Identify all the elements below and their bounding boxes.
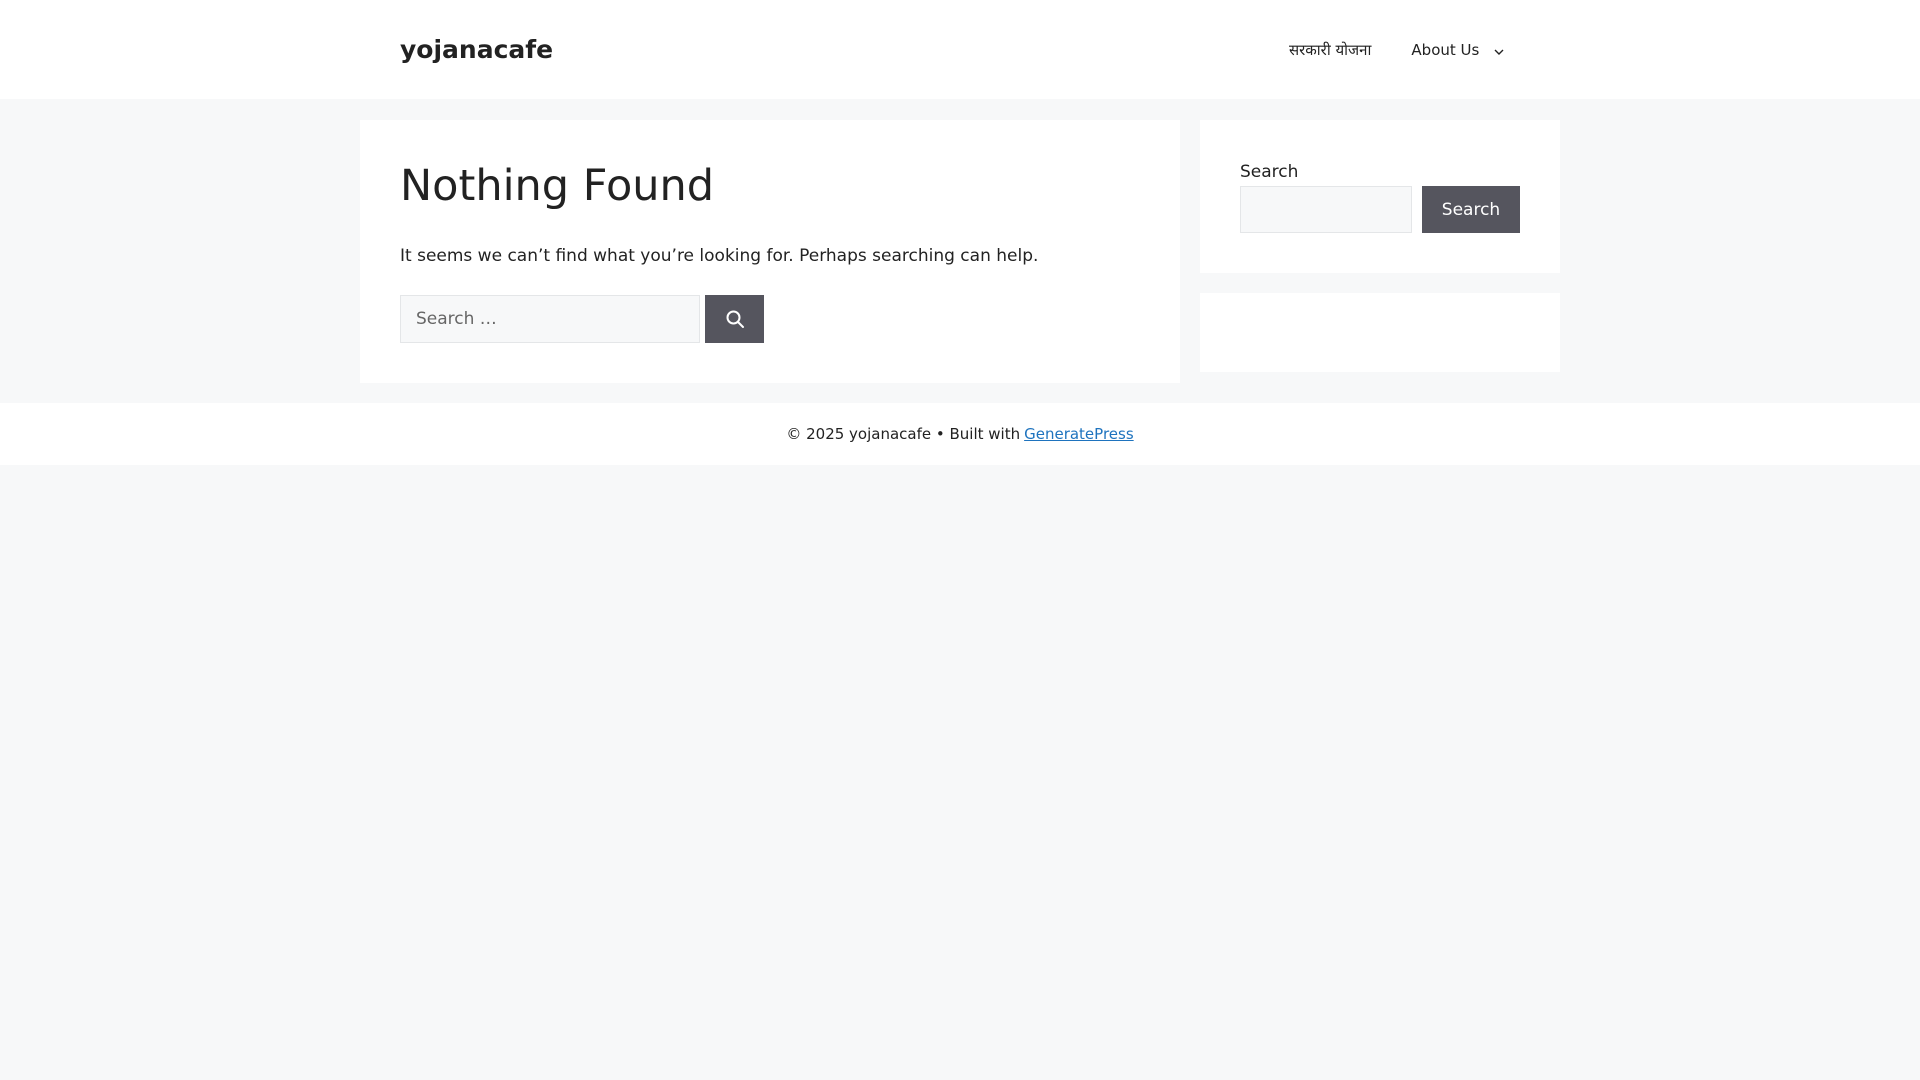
search-widget-label: Search	[1240, 162, 1299, 182]
main-navigation: सरकारी योजना About Us	[1269, 0, 1525, 99]
sidebar-search-widget: Search Search	[1200, 120, 1560, 273]
site-title-link[interactable]: yojanacafe	[400, 33, 553, 67]
search-icon	[726, 310, 744, 328]
search-input[interactable]	[400, 295, 700, 343]
content-search-form	[400, 295, 764, 343]
sidebar-search-button[interactable]: Search	[1422, 186, 1520, 233]
page-title: Nothing Found	[400, 161, 715, 211]
sidebar-search-input[interactable]	[1240, 186, 1412, 233]
footer-copyright: © 2025 yojanacafe • Built with	[786, 425, 1021, 443]
footer-generatepress-link[interactable]: GeneratePress	[1024, 425, 1134, 443]
nav-item-sarkari-yojana[interactable]: सरकारी योजना	[1269, 0, 1391, 99]
chevron-down-icon[interactable]	[1493, 44, 1505, 56]
site-header: yojanacafe सरकारी योजना About Us	[0, 0, 1920, 99]
main-content: Nothing Found It seems we can’t find wha…	[360, 120, 1180, 383]
nav-item-about-us[interactable]: About Us	[1391, 0, 1525, 99]
nav-item-label: About Us	[1411, 40, 1480, 59]
nav-item-label: सरकारी योजना	[1289, 40, 1372, 59]
site-footer: © 2025 yojanacafe • Built with GenerateP…	[0, 403, 1920, 465]
sidebar-empty-widget	[1200, 293, 1560, 372]
page-message: It seems we can’t find what you’re looki…	[400, 246, 1039, 266]
search-submit-button[interactable]	[705, 295, 764, 343]
